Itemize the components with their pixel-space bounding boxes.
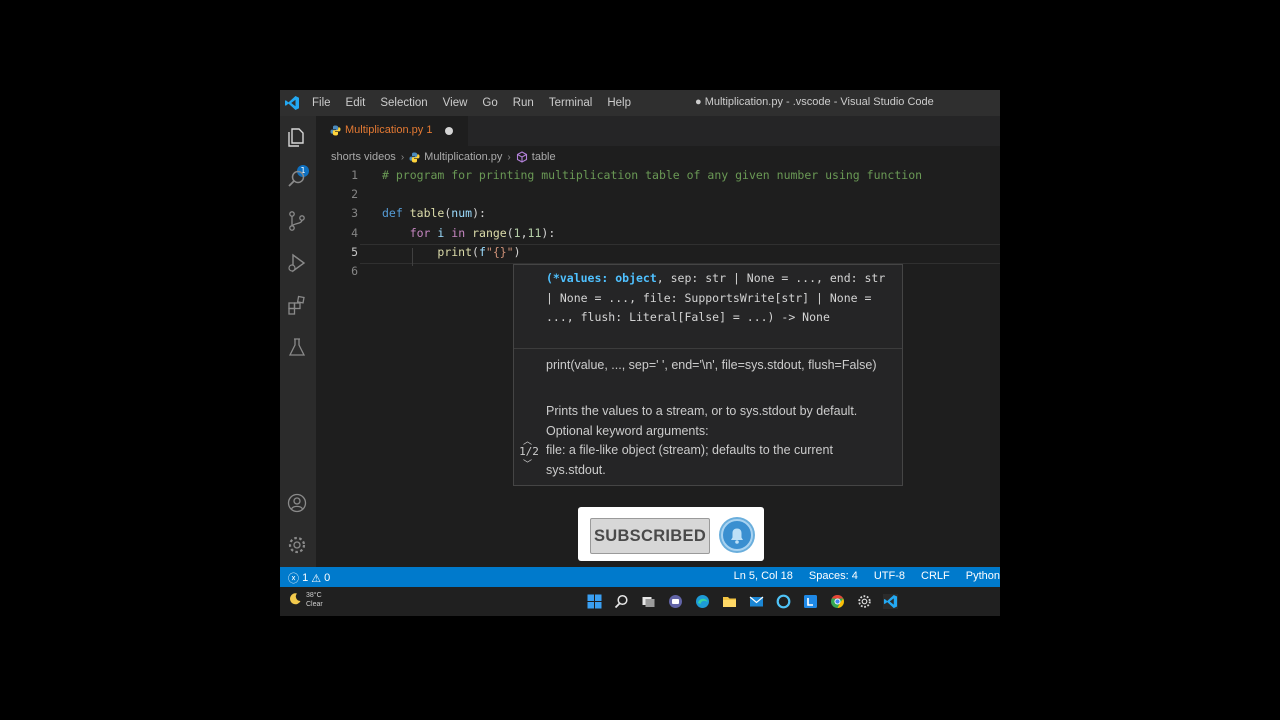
warning-icon: ⚠ — [308, 572, 325, 585]
menu-go[interactable]: Go — [482, 97, 497, 109]
code-line-1[interactable]: # program for printing multiplication ta… — [382, 168, 922, 182]
cursor-position[interactable]: Ln 5, Col 18 — [734, 570, 793, 582]
python-file-icon — [330, 125, 341, 136]
doc-text: Prints the values to a stream, or to sys… — [546, 404, 858, 438]
language-mode[interactable]: Python — [966, 570, 1000, 582]
doc-text-2: file: a file-like object (stream); defau… — [546, 443, 833, 477]
status-right: Ln 5, Col 18 Spaces: 4 UTF-8 CRLF Python — [734, 570, 1000, 582]
encoding[interactable]: UTF-8 — [874, 570, 905, 582]
window-title: ● Multiplication.py - .vscode - Visual S… — [695, 96, 934, 108]
title-bar: File Edit Selection View Go Run Terminal… — [280, 90, 1000, 116]
status-bar: ⓧ 1 ⚠ 0 Ln 5, Col 18 Spaces: 4 UTF-8 CRL… — [280, 567, 1000, 587]
task-view-icon[interactable] — [641, 594, 656, 609]
windows-taskbar: 38°C Clear — [280, 587, 1000, 616]
windows-start-icon[interactable] — [587, 594, 602, 609]
line-number: 2 — [351, 187, 358, 201]
line-ending[interactable]: CRLF — [921, 570, 950, 582]
editor-tab-strip: Multiplication.py 1 — [316, 116, 1000, 146]
subscribed-overlay: SUBSCRIBED — [578, 507, 764, 561]
settings-icon[interactable] — [857, 594, 872, 609]
account-icon[interactable] — [286, 492, 308, 514]
menu-help[interactable]: Help — [607, 97, 631, 109]
vscode-icon[interactable] — [883, 594, 898, 609]
problems-indicator[interactable]: ⓧ 1 ⚠ 0 — [288, 570, 330, 586]
line-number: 6 — [351, 264, 358, 278]
code-line-3[interactable]: def table(num): — [382, 206, 486, 220]
temperature: 38°C — [306, 592, 322, 599]
breadcrumb-symbol[interactable]: table — [532, 151, 556, 163]
code-line-4[interactable]: for i in range(1,11): — [382, 226, 556, 240]
tab-label: Multiplication.py 1 — [345, 124, 433, 136]
moon-weather-icon[interactable] — [288, 592, 302, 606]
extensions-icon[interactable] — [286, 294, 308, 316]
python-file-icon — [409, 152, 420, 162]
line-number: 3 — [351, 206, 358, 220]
chevron-down-icon[interactable]: ﹀ — [523, 457, 532, 470]
breadcrumb-folder[interactable]: shorts videos — [331, 151, 396, 163]
mail-icon[interactable] — [749, 594, 764, 609]
store-icon[interactable] — [803, 594, 818, 609]
line-number: 1 — [351, 168, 358, 182]
cortana-icon[interactable] — [776, 594, 791, 609]
active-parameter: (*values: object — [546, 271, 657, 285]
error-icon: ⓧ — [288, 573, 303, 585]
file-explorer-icon[interactable] — [722, 594, 737, 609]
signature-text: (*values: object, sep: str | None = ...,… — [546, 269, 896, 328]
vscode-logo-icon — [285, 96, 299, 110]
menu-terminal[interactable]: Terminal — [549, 97, 592, 109]
weather-text[interactable]: 38°C Clear — [306, 591, 323, 609]
code-line-5[interactable]: print(f"{}") — [382, 245, 520, 259]
weather-condition: Clear — [306, 601, 323, 608]
indentation[interactable]: Spaces: 4 — [809, 570, 858, 582]
line-number: 5 — [351, 245, 358, 259]
vscode-screen: File Edit Selection View Go Run Terminal… — [280, 90, 1000, 616]
settings-gear-icon[interactable] — [286, 534, 308, 556]
chrome-icon[interactable] — [830, 594, 845, 609]
popup-divider — [514, 348, 902, 349]
menu-edit[interactable]: Edit — [346, 97, 366, 109]
chevron-right-icon: › — [507, 151, 511, 163]
search-icon[interactable] — [614, 594, 629, 609]
testing-icon[interactable] — [286, 336, 308, 358]
menu-selection[interactable]: Selection — [380, 97, 427, 109]
files-icon[interactable] — [286, 126, 308, 148]
menu-bar: File Edit Selection View Go Run Terminal… — [312, 90, 646, 116]
search-icon[interactable] — [286, 168, 308, 190]
run-debug-icon[interactable] — [286, 252, 308, 274]
subscribed-button[interactable]: SUBSCRIBED — [590, 518, 710, 554]
breadcrumb-file[interactable]: Multiplication.py — [424, 151, 502, 163]
method-symbol-icon — [516, 151, 527, 163]
menu-run[interactable]: Run — [513, 97, 534, 109]
unsaved-dot-icon[interactable] — [445, 127, 453, 135]
tab-multiplication-py[interactable]: Multiplication.py 1 — [316, 116, 468, 146]
chat-icon[interactable] — [668, 594, 683, 609]
warning-count: 0 — [324, 572, 331, 584]
source-control-icon[interactable] — [286, 210, 308, 232]
signature-help-popup: (*values: object, sep: str | None = ...,… — [513, 264, 903, 486]
menu-file[interactable]: File — [312, 97, 331, 109]
menu-view[interactable]: View — [443, 97, 468, 109]
bell-icon[interactable] — [719, 517, 755, 553]
breadcrumb: shorts videos › Multiplication.py › tabl… — [331, 148, 556, 166]
edge-icon[interactable] — [695, 594, 710, 609]
chevron-right-icon: › — [400, 151, 405, 163]
activity-bar: 1 — [280, 116, 316, 567]
doc-signature: print(value, ..., sep=' ', end='\n', fil… — [546, 358, 877, 372]
line-number: 4 — [351, 226, 358, 240]
